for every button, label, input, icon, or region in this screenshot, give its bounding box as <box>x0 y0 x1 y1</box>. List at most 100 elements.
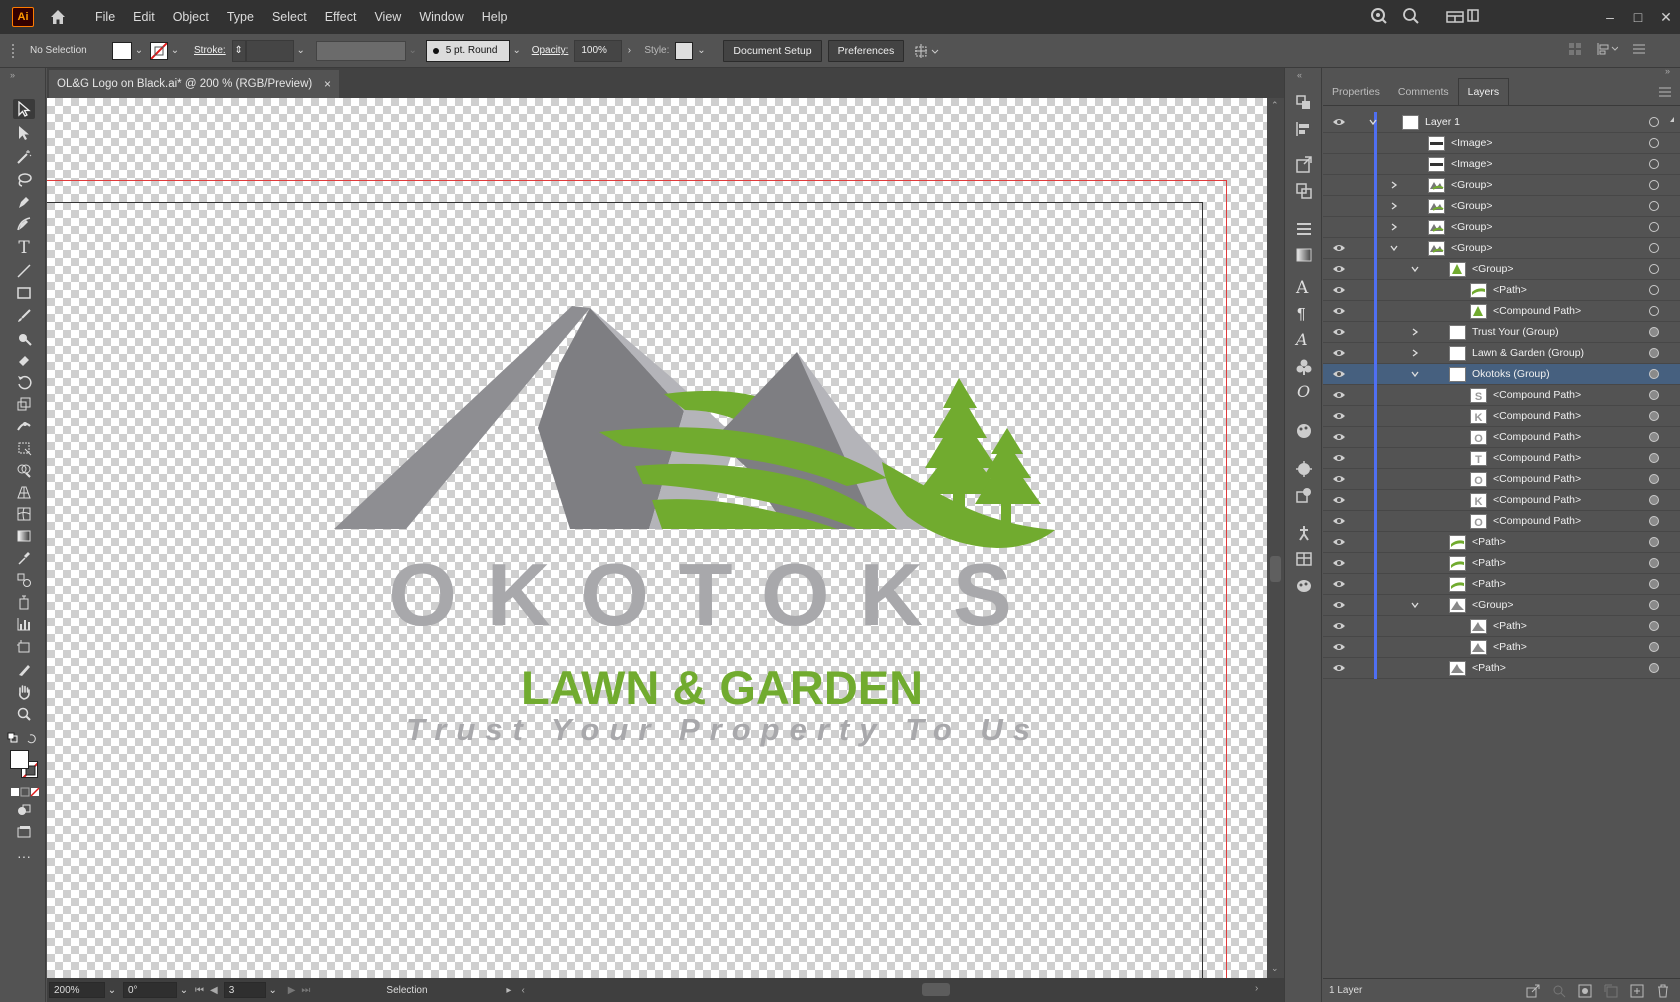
tab-layers[interactable]: Layers <box>1457 78 1510 105</box>
target-circle-icon[interactable] <box>1649 579 1659 589</box>
layer-name[interactable]: <Compound Path> <box>1493 452 1581 464</box>
target-circle-icon[interactable] <box>1649 348 1659 358</box>
zoom-tool-icon[interactable] <box>13 704 35 724</box>
transform-icon[interactable] <box>1596 42 1618 56</box>
make-clipping-mask-icon[interactable] <box>1578 984 1592 998</box>
vertical-scroll-thumb[interactable] <box>1270 556 1281 582</box>
layer-name[interactable]: <Compound Path> <box>1493 494 1581 506</box>
align-panel-icon[interactable] <box>1295 120 1313 138</box>
column-graph-tool-icon[interactable] <box>13 614 35 634</box>
mesh-tool-icon[interactable] <box>13 504 35 524</box>
target-circle-icon[interactable] <box>1649 411 1659 421</box>
profile-dropdown-icon[interactable]: ⌄ <box>406 45 420 56</box>
menu-view[interactable]: View <box>365 10 410 24</box>
layer-name[interactable]: <Image> <box>1451 137 1492 149</box>
rotate-dropdown-icon[interactable]: ⌄ <box>177 985 191 996</box>
visibility-toggle-icon[interactable] <box>1332 369 1346 379</box>
tab-comments[interactable]: Comments <box>1389 78 1458 105</box>
symbols-panel-icon[interactable] <box>1295 358 1313 376</box>
select-similar-icon[interactable] <box>914 43 940 59</box>
transform-panel-icon[interactable] <box>1295 156 1313 174</box>
chevron-down-icon[interactable] <box>1410 600 1420 610</box>
layer-row[interactable]: <Group> <box>1323 196 1680 217</box>
target-circle-icon[interactable] <box>1649 390 1659 400</box>
stroke-dropdown-icon[interactable]: ⌄ <box>168 45 182 56</box>
layer-row[interactable]: Okotoks (Group) <box>1323 364 1680 385</box>
color-mode-icons[interactable] <box>8 782 42 802</box>
target-circle-icon[interactable] <box>1649 159 1659 169</box>
scale-tool-icon[interactable] <box>13 394 35 414</box>
visibility-toggle-icon[interactable] <box>1332 264 1346 274</box>
new-layer-icon[interactable] <box>1630 984 1644 998</box>
layer-name[interactable]: <Path> <box>1472 536 1506 548</box>
target-circle-icon[interactable] <box>1649 201 1659 211</box>
layer-name[interactable]: <Compound Path> <box>1493 410 1581 422</box>
layer-row[interactable]: O <Compound Path> <box>1323 469 1680 490</box>
target-circle-icon[interactable] <box>1649 180 1659 190</box>
stroke-weight-stepper[interactable]: ⇕ <box>231 39 246 62</box>
scroll-down-icon[interactable]: ⌄ <box>1271 963 1279 974</box>
menu-help[interactable]: Help <box>473 10 517 24</box>
artboard-dropdown-icon[interactable]: ⌄ <box>266 985 280 996</box>
align-icon[interactable] <box>1568 42 1582 56</box>
paintbrush-tool-icon[interactable] <box>13 306 35 326</box>
target-circle-icon[interactable] <box>1649 117 1659 127</box>
slice-tool-icon[interactable] <box>13 660 35 680</box>
chevron-right-icon[interactable] <box>1410 327 1420 337</box>
target-circle-icon[interactable] <box>1649 621 1659 631</box>
collect-export-icon[interactable] <box>1526 984 1540 998</box>
visibility-toggle-icon[interactable] <box>1332 306 1346 316</box>
document-setup-button[interactable]: Document Setup <box>723 39 822 62</box>
zoom-dropdown-icon[interactable]: ⌄ <box>105 985 119 996</box>
target-circle-icon[interactable] <box>1649 642 1659 652</box>
opacity-field[interactable]: 100% <box>574 39 623 62</box>
curvature-tool-icon[interactable] <box>13 214 35 234</box>
fill-white-swatch[interactable] <box>10 750 29 769</box>
appearance-panel-icon[interactable] <box>1295 460 1313 478</box>
target-circle-icon[interactable] <box>1649 243 1659 253</box>
pen-tool-icon[interactable] <box>13 192 35 212</box>
horizontal-scroll-thumb[interactable] <box>922 983 950 996</box>
chevron-down-icon[interactable] <box>1410 264 1420 274</box>
rotate-view-field[interactable]: 0° <box>123 982 177 998</box>
layer-row[interactable]: <Path> <box>1323 637 1680 658</box>
lasso-tool-icon[interactable] <box>13 170 35 190</box>
layer-name[interactable]: <Path> <box>1472 557 1506 569</box>
layer-row[interactable]: <Group> <box>1323 217 1680 238</box>
shape-builder-tool-icon[interactable] <box>13 460 35 480</box>
layer-row[interactable]: <Path> <box>1323 658 1680 679</box>
layer-name[interactable]: <Compound Path> <box>1493 473 1581 485</box>
panel-options-icon[interactable] <box>1658 86 1672 98</box>
visibility-toggle-icon[interactable] <box>1332 201 1346 211</box>
layer-row[interactable]: O <Compound Path> <box>1323 511 1680 532</box>
layer-row[interactable]: <Path> <box>1323 616 1680 637</box>
visibility-toggle-icon[interactable] <box>1332 516 1346 526</box>
menu-file[interactable]: File <box>86 10 124 24</box>
layer-name[interactable]: <Path> <box>1472 578 1506 590</box>
layer-row[interactable]: T <Compound Path> <box>1323 448 1680 469</box>
fill-dropdown-icon[interactable]: ⌄ <box>132 45 146 56</box>
visibility-toggle-icon[interactable] <box>1332 138 1346 148</box>
brush-dropdown-icon[interactable]: ⌄ <box>510 45 524 56</box>
target-circle-icon[interactable] <box>1649 222 1659 232</box>
visibility-toggle-icon[interactable] <box>1332 243 1346 253</box>
hand-tool-icon[interactable] <box>13 682 35 702</box>
scroll-up-icon[interactable]: ⌃ <box>1271 100 1279 111</box>
layer-name[interactable]: Okotoks (Group) <box>1472 368 1550 380</box>
last-artboard-icon[interactable]: ⏭ <box>301 985 310 996</box>
arrange-documents-icon[interactable] <box>1446 7 1480 25</box>
free-transform-tool-icon[interactable] <box>13 438 35 458</box>
visibility-toggle-icon[interactable] <box>1332 159 1346 169</box>
vertical-scrollbar[interactable]: ⌃ ⌄ <box>1267 98 1284 978</box>
visibility-toggle-icon[interactable] <box>1332 390 1346 400</box>
minimize-icon[interactable]: – <box>1596 9 1624 25</box>
scroll-right-icon[interactable]: › <box>1255 983 1258 994</box>
first-artboard-icon[interactable]: ⏮ <box>195 985 204 996</box>
layer-name[interactable]: <Compound Path> <box>1493 431 1581 443</box>
perspective-grid-tool-icon[interactable] <box>13 482 35 502</box>
layer-name[interactable]: <Path> <box>1493 620 1527 632</box>
layer-name[interactable]: <Path> <box>1493 641 1527 653</box>
home-icon[interactable] <box>48 7 68 27</box>
layer-name[interactable]: <Group> <box>1451 200 1492 212</box>
rotate-tool-icon[interactable] <box>13 372 35 392</box>
